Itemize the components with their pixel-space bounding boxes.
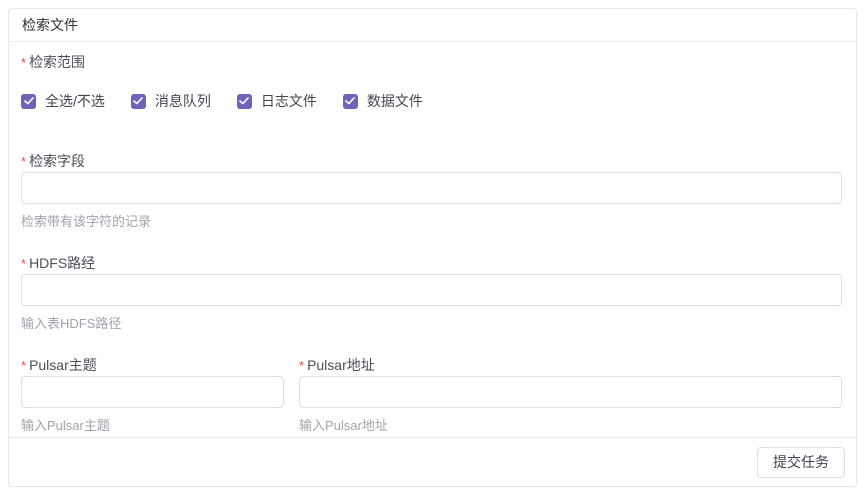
checkbox-checked-icon[interactable] <box>237 94 252 109</box>
checkbox-data-file[interactable]: 数据文件 <box>343 91 423 111</box>
scope-checkbox-group: 全选/不选 消息队列 日志文件 数据文件 <box>21 91 842 111</box>
pulsar-topic-helper-text: 输入Pulsar主题 <box>21 417 284 435</box>
pulsar-address-input[interactable] <box>299 376 842 408</box>
checkbox-label: 日志文件 <box>261 91 317 111</box>
card-footer: 提交任务 <box>9 437 856 486</box>
form-item-hdfs-path: *HDFS路经 输入表HDFS路径 <box>21 253 842 333</box>
search-file-card: 检索文件 *检索范围 全选/不选 消息队列 日志文件 <box>8 8 857 487</box>
pulsar-address-helper-text: 输入Pulsar地址 <box>299 417 842 435</box>
hdfs-path-helper-text: 输入表HDFS路径 <box>21 315 842 333</box>
required-marker: * <box>21 55 26 70</box>
pulsar-topic-label: *Pulsar主题 <box>21 355 284 376</box>
pulsar-address-label: *Pulsar地址 <box>299 355 842 376</box>
form-item-pulsar-topic: *Pulsar主题 输入Pulsar主题 <box>21 355 284 435</box>
keyword-input[interactable] <box>21 172 842 204</box>
checkbox-checked-icon[interactable] <box>131 94 146 109</box>
pulsar-topic-label-text: Pulsar主题 <box>29 357 97 373</box>
submit-task-button[interactable]: 提交任务 <box>757 447 845 478</box>
hdfs-path-label: *HDFS路经 <box>21 253 842 274</box>
form-item-pulsar-address: *Pulsar地址 输入Pulsar地址 <box>299 355 842 435</box>
required-marker: * <box>21 358 26 373</box>
scope-label: *检索范围 <box>21 52 842 73</box>
pulsar-address-label-text: Pulsar地址 <box>307 357 375 373</box>
checkbox-message-queue[interactable]: 消息队列 <box>131 91 211 111</box>
form-item-scope: *检索范围 全选/不选 消息队列 日志文件 数据文件 <box>21 52 842 111</box>
keyword-label: *检索字段 <box>21 151 842 172</box>
checkbox-label: 全选/不选 <box>45 91 105 111</box>
checkbox-select-all[interactable]: 全选/不选 <box>21 91 105 111</box>
checkbox-checked-icon[interactable] <box>343 94 358 109</box>
checkbox-label: 消息队列 <box>155 91 211 111</box>
hdfs-path-input[interactable] <box>21 274 842 306</box>
search-form: *检索范围 全选/不选 消息队列 日志文件 数据文件 <box>9 42 856 437</box>
required-marker: * <box>21 256 26 271</box>
keyword-helper-text: 检索带有该字符的记录 <box>21 213 842 231</box>
card-title: 检索文件 <box>9 9 856 42</box>
keyword-label-text: 检索字段 <box>29 153 85 169</box>
form-row-pulsar: *Pulsar主题 输入Pulsar主题 *Pulsar地址 输入Pulsar地… <box>21 355 842 435</box>
required-marker: * <box>21 154 26 169</box>
checkbox-label: 数据文件 <box>367 91 423 111</box>
scope-label-text: 检索范围 <box>29 54 85 70</box>
hdfs-path-label-text: HDFS路经 <box>29 255 95 271</box>
checkbox-log-file[interactable]: 日志文件 <box>237 91 317 111</box>
pulsar-topic-input[interactable] <box>21 376 284 408</box>
form-item-keyword: *检索字段 检索带有该字符的记录 <box>21 151 842 231</box>
checkbox-checked-icon[interactable] <box>21 94 36 109</box>
required-marker: * <box>299 358 304 373</box>
